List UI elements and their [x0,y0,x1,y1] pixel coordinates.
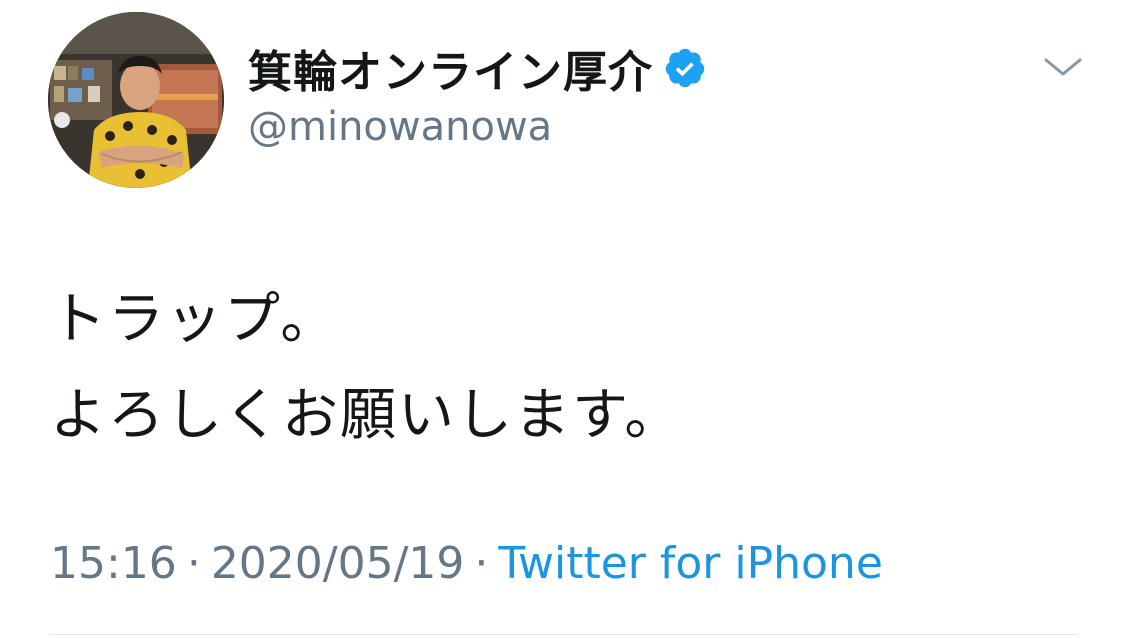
meta-separator: · [186,538,201,589]
avatar-photo [48,12,224,188]
display-name[interactable]: 箕輪オンライン厚介 [248,36,653,100]
author-handle[interactable]: @minowanowa [248,104,707,150]
chevron-down-icon[interactable] [1040,52,1086,82]
meta-separator: · [474,538,489,589]
tweet-meta: 15:16 · 2020/05/19 · Twitter for iPhone [50,538,883,589]
divider [50,634,1077,635]
tweet-text: トラップ。 よろしくお願いします。 [50,287,683,448]
tweet-date[interactable]: 2020/05/19 [211,538,465,589]
verified-badge-icon [663,46,707,90]
author-name-row[interactable]: 箕輪オンライン厚介 [248,36,707,100]
tweet: 箕輪オンライン厚介 @minowanowa トラップ。 よろしくお願いします。 … [0,0,1125,638]
avatar[interactable] [48,12,224,188]
tweet-time[interactable]: 15:16 [50,538,177,589]
author-info: 箕輪オンライン厚介 @minowanowa [248,36,707,150]
tweet-source-link[interactable]: Twitter for iPhone [498,538,882,589]
